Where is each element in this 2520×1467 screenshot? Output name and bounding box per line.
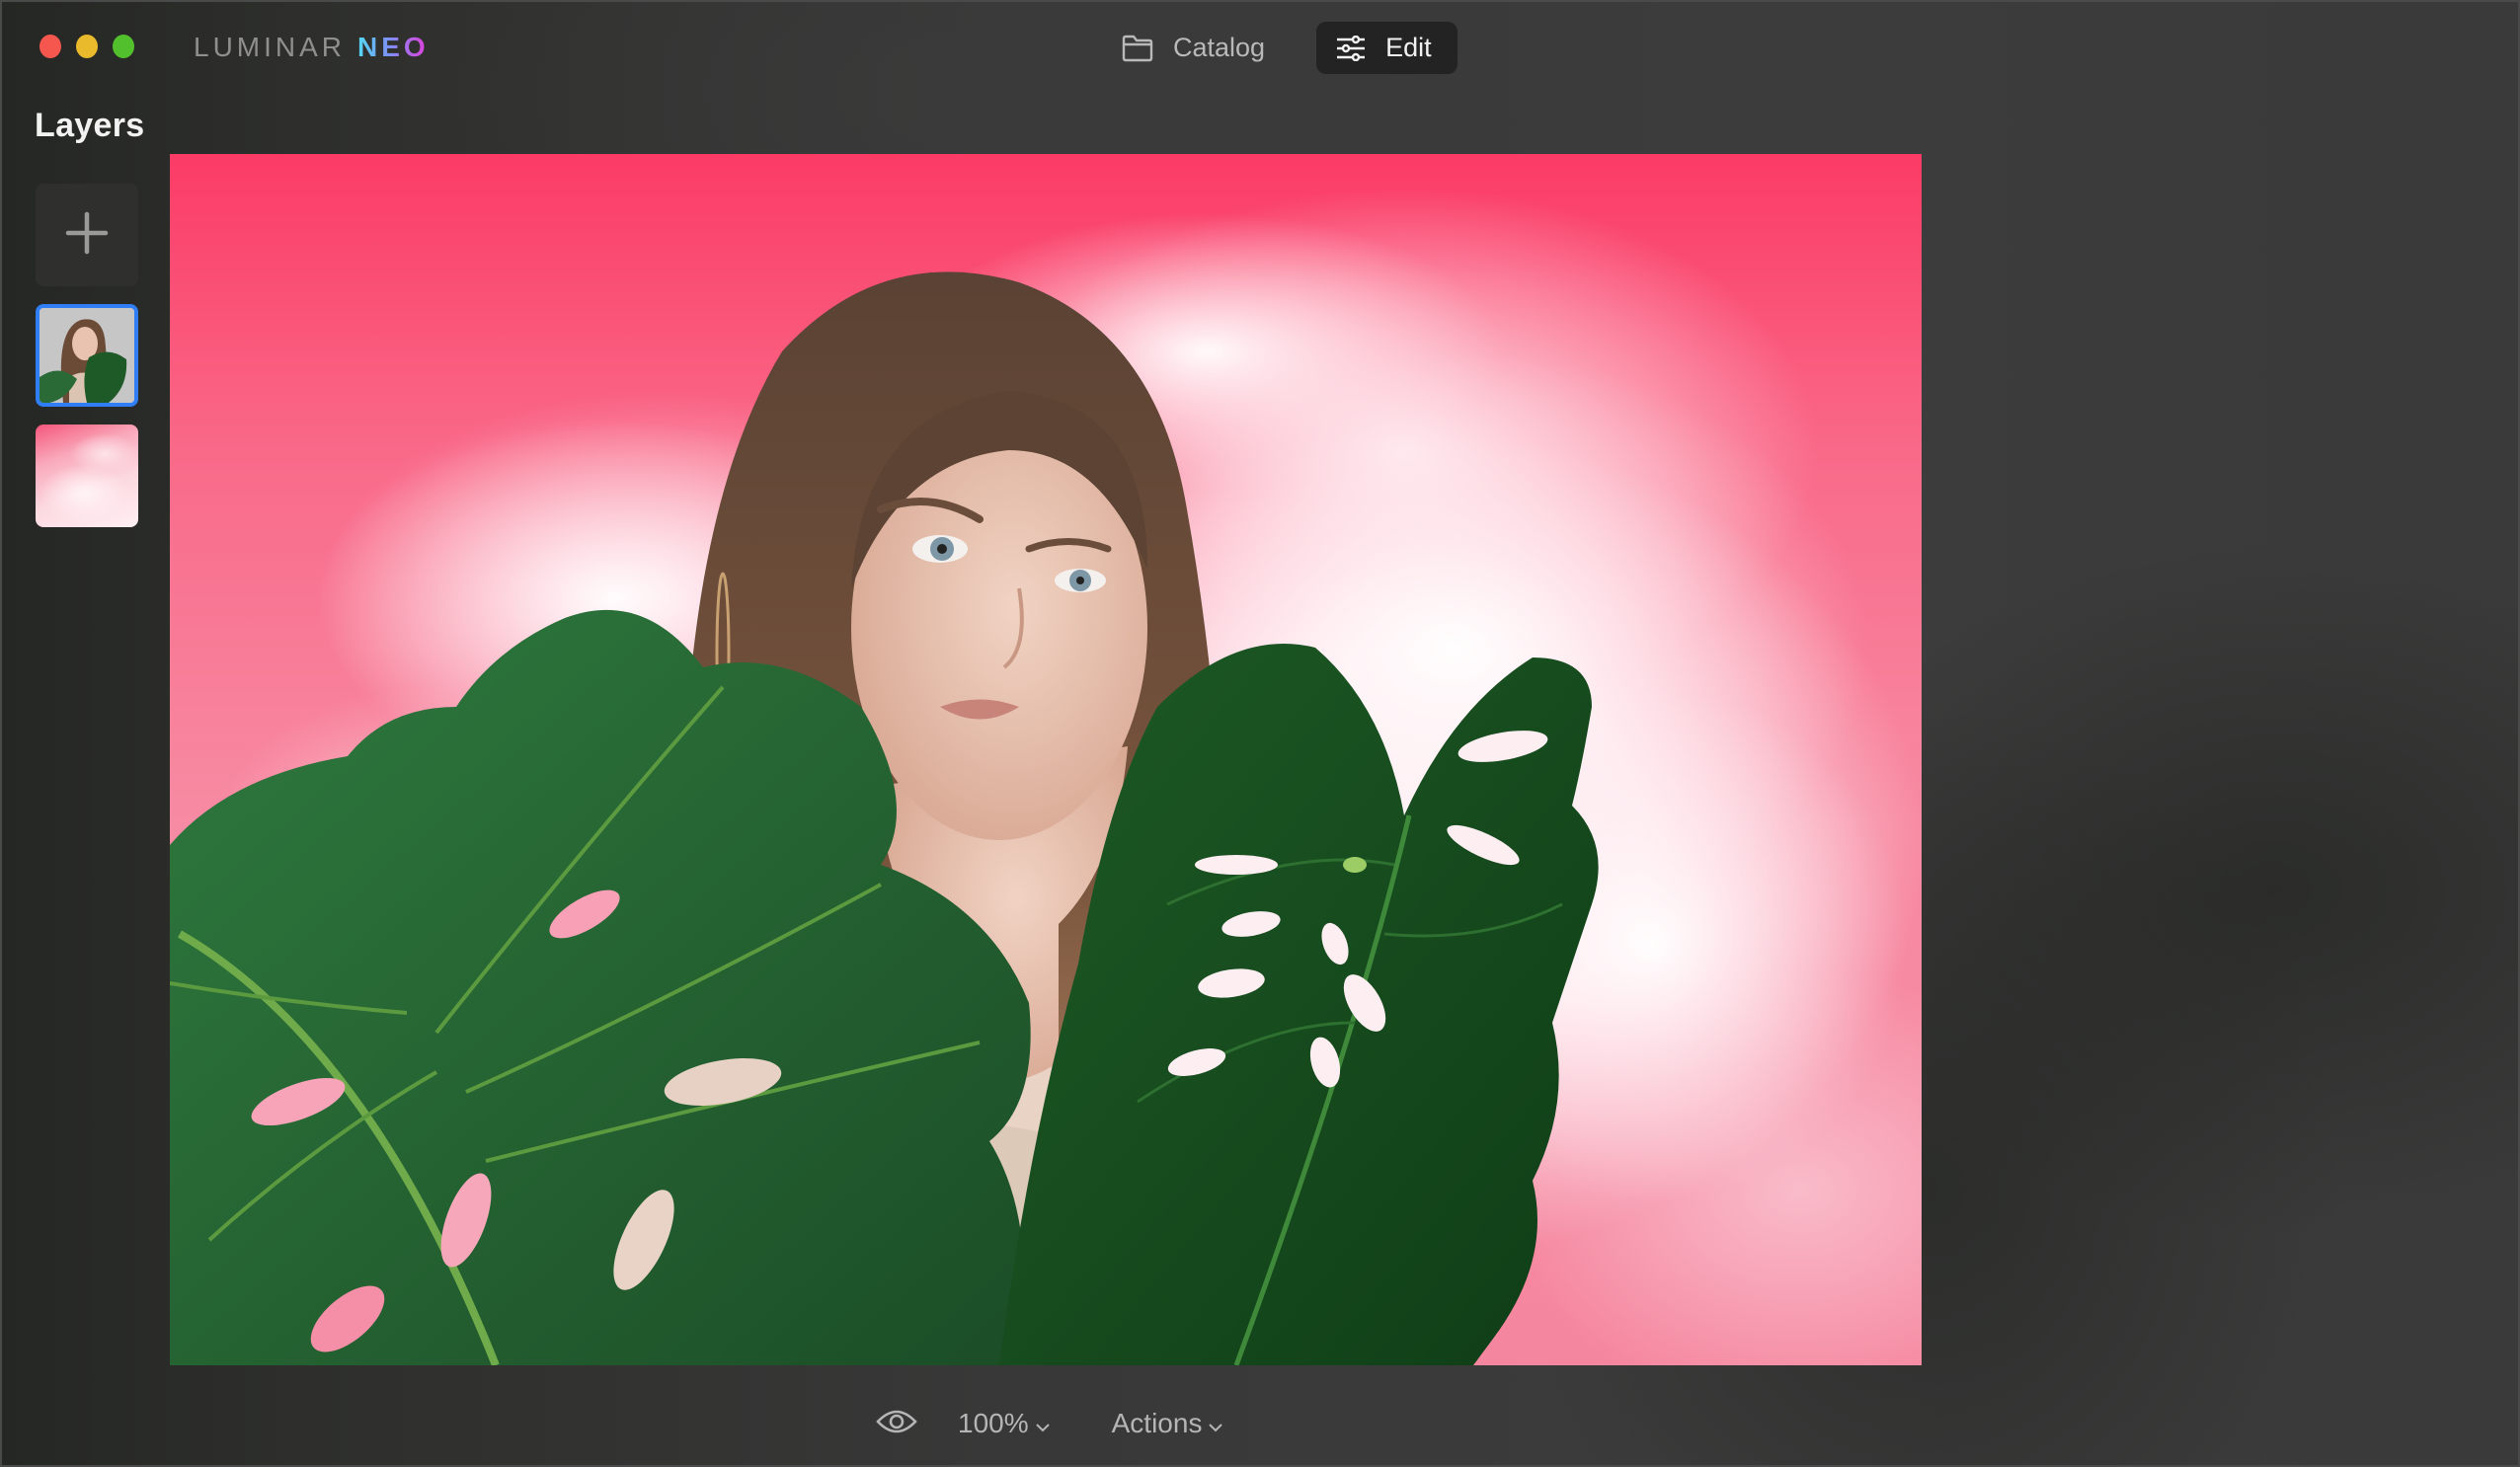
add-layer-button[interactable] <box>36 184 138 286</box>
folder-icon <box>1122 35 1153 62</box>
maximize-window-button[interactable] <box>113 35 134 58</box>
preview-toggle-button[interactable] <box>871 1404 922 1443</box>
tab-catalog[interactable]: Catalog <box>1098 22 1289 74</box>
layer-thumbnail-background[interactable] <box>36 425 138 527</box>
app-logo: LUMINAR NEO <box>194 32 430 63</box>
tab-catalog-label: Catalog <box>1173 33 1266 62</box>
close-window-button[interactable] <box>39 35 61 58</box>
layer-thumbnail-portrait[interactable] <box>36 304 138 407</box>
actions-label: Actions <box>1111 1408 1203 1438</box>
zoom-dropdown[interactable]: 100% <box>958 1408 1051 1439</box>
layers-panel-title: Layers <box>35 107 145 144</box>
sliders-icon <box>1336 35 1366 61</box>
chevron-down-icon <box>1208 1408 1223 1439</box>
canvas-toolbar: 100% Actions <box>871 1394 1223 1453</box>
mode-tabs: Catalog Edit <box>1098 22 1457 74</box>
tab-edit-label: Edit <box>1385 33 1432 62</box>
layer-thumbnail-image <box>39 308 134 403</box>
zoom-value: 100% <box>958 1408 1029 1438</box>
actions-dropdown[interactable]: Actions <box>1112 1408 1224 1439</box>
plus-icon <box>65 211 109 260</box>
logo-primary: LUMINAR <box>194 32 347 62</box>
eye-icon <box>876 1408 917 1440</box>
app-window: LUMINAR NEO Catalog Edit Layers 100% Act… <box>0 0 2520 1467</box>
tab-edit[interactable]: Edit <box>1316 22 1457 74</box>
photo-canvas[interactable] <box>170 154 1922 1365</box>
composite-photo <box>170 213 1908 1365</box>
window-controls <box>39 35 134 58</box>
logo-secondary: NEO <box>357 32 430 62</box>
chevron-down-icon <box>1035 1408 1051 1439</box>
minimize-window-button[interactable] <box>76 35 98 58</box>
